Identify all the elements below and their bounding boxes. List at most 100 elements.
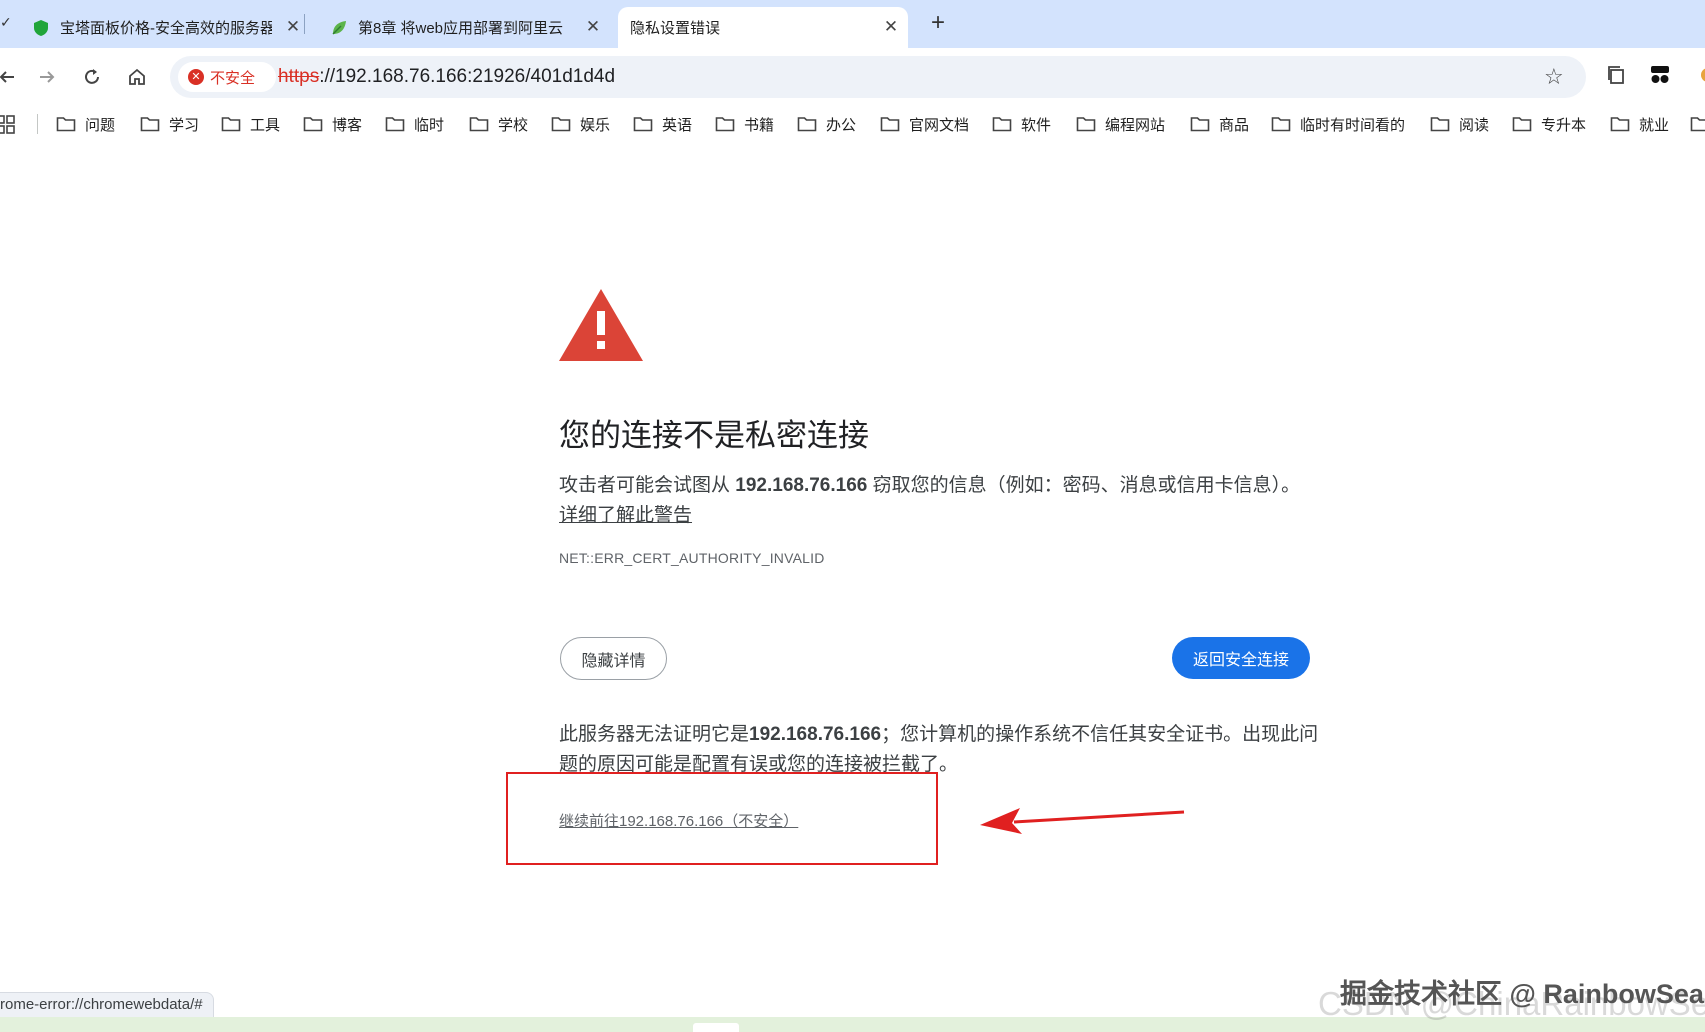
scroll-handle (693, 1023, 739, 1032)
bookmarks-bar: 问题 学习 工具 博客 临时 学校 娱乐 英语 书籍 办公 官网文档 软件 编程网站 商品 临时有时间看的 阅… (0, 106, 1705, 142)
security-chip[interactable]: ✕ 不安全 (178, 62, 276, 92)
arrow-right-icon (40, 71, 55, 83)
address-bar[interactable]: ✕ 不安全 https://192.168.76.166:21926/401d1… (170, 56, 1586, 98)
folder-icon (140, 117, 160, 132)
bookmark-folder[interactable]: 书籍 (715, 113, 774, 135)
forward-button[interactable] (32, 62, 62, 92)
back-button[interactable] (0, 62, 22, 92)
bookmark-label: 阅读 (1459, 116, 1490, 134)
tab-title: 第8章 将web应用部署到阿里云 (358, 20, 564, 37)
close-icon[interactable]: ✕ (582, 16, 604, 38)
home-button[interactable] (122, 62, 152, 92)
folder-icon (715, 117, 735, 132)
page-title: 您的连接不是私密连接 (559, 418, 869, 453)
folder-icon (1190, 117, 1210, 132)
annotation-highlight-box (506, 772, 938, 865)
tab-search-button[interactable] (1601, 60, 1631, 90)
back-to-safety-button[interactable]: 返回安全连接 (1172, 637, 1310, 679)
bookmark-folder[interactable]: 博客 (303, 113, 362, 135)
learn-more-link[interactable]: 详细了解此警告 (559, 500, 692, 527)
bookmark-folder[interactable] (1690, 113, 1705, 135)
bookmark-folder[interactable]: 商品 (1190, 113, 1249, 135)
shield-icon (34, 19, 48, 36)
close-icon[interactable]: ✕ (282, 16, 304, 38)
folder-icon (469, 117, 489, 132)
bookmark-label: 商品 (1219, 116, 1250, 134)
warning-message: 攻击者可能会试图从 192.168.76.166 窃取您的信息（例如：密码、消息… (559, 470, 1300, 497)
bookmark-label: 编程网站 (1105, 116, 1166, 134)
chevron-down-icon[interactable]: ✓ (0, 14, 12, 31)
bookmark-folder[interactable]: 阅读 (1430, 113, 1489, 135)
tab-baota[interactable]: 宝塔面板价格-安全高效的服务器 ✕ (32, 7, 304, 48)
tab-chapter8[interactable]: 第8章 将web应用部署到阿里云 ✕ (330, 7, 602, 48)
error-code: NET::ERR_CERT_AUTHORITY_INVALID (559, 550, 825, 566)
close-icon[interactable]: ✕ (880, 16, 902, 38)
folder-icon (221, 117, 241, 132)
folder-icon (633, 117, 653, 132)
bookmark-folder[interactable]: 办公 (797, 113, 856, 135)
details-prefix: 此服务器无法证明它是 (559, 724, 750, 745)
profile-button[interactable] (1645, 60, 1675, 90)
bookmark-label: 工具 (250, 116, 281, 134)
star-icon[interactable]: ☆ (1544, 64, 1564, 90)
bookmark-folder[interactable]: 英语 (633, 113, 692, 135)
warning-triangle-icon (559, 289, 643, 361)
folder-icon (551, 117, 571, 132)
folder-icon (1076, 117, 1096, 132)
bookmark-folder[interactable]: 编程网站 (1076, 113, 1165, 135)
folder-icon (797, 117, 817, 132)
annotation-arrow-icon (980, 808, 1185, 834)
bookmark-label: 专升本 (1541, 116, 1587, 134)
url-scheme: https (278, 66, 320, 87)
home-icon (129, 68, 145, 85)
arrow-left-icon (0, 71, 14, 83)
bookmark-label: 英语 (662, 116, 693, 134)
watermark: 掘金技术社区 @ RainbowSea (1340, 979, 1704, 1009)
url-text[interactable]: https://192.168.76.166:21926/401d1d4d (278, 66, 615, 88)
reload-icon (85, 69, 99, 84)
bookmark-label: 临时有时间看的 (1300, 116, 1406, 134)
bookmark-folder[interactable]: 临时 (385, 113, 444, 135)
warning-prefix: 攻击者可能会试图从 (559, 475, 736, 496)
folder-icon (880, 117, 900, 132)
bookmarks-divider (37, 114, 38, 134)
new-tab-button[interactable]: + (925, 11, 951, 37)
folder-icon (56, 117, 76, 132)
bookmark-folder[interactable]: 软件 (992, 113, 1051, 135)
tab-divider (304, 14, 305, 34)
tab-title: 隐私设置错误 (630, 20, 721, 37)
bookmark-label: 学习 (169, 116, 200, 134)
tab-privacy-error[interactable]: 隐私设置错误 ✕ (618, 7, 908, 48)
bookmark-label: 书籍 (744, 116, 775, 134)
bookmark-label: 就业 (1639, 116, 1670, 134)
incognito-icon (1651, 66, 1669, 83)
leaf-icon (332, 20, 346, 34)
details-text: 此服务器无法证明它是192.168.76.166；您计算机的操作系统不信任其安全… (559, 720, 1319, 780)
hide-details-button[interactable]: 隐藏详情 (560, 637, 667, 680)
bookmark-folder[interactable]: 学习 (140, 113, 199, 135)
bookmark-folder[interactable]: 官网文档 (880, 113, 969, 135)
not-secure-icon: ✕ (188, 69, 204, 85)
folder-icon (1690, 117, 1705, 132)
toolbar: ✕ 不安全 https://192.168.76.166:21926/401d1… (0, 48, 1705, 106)
bookmark-label: 娱乐 (580, 116, 611, 134)
folder-icon (1610, 117, 1630, 132)
extension-icon (1701, 68, 1705, 82)
bookmark-label: 办公 (826, 116, 857, 134)
bookmark-folder[interactable]: 娱乐 (551, 113, 610, 135)
bookmark-folder[interactable]: 问题 (56, 113, 115, 135)
bookmark-folder[interactable]: 工具 (221, 113, 280, 135)
details-host: 192.168.76.166 (749, 724, 882, 745)
apps-grid-icon[interactable] (0, 115, 16, 135)
reload-button[interactable] (77, 62, 107, 92)
tab-strip: ✓ 宝塔面板价格-安全高效的服务器 ✕ 第8章 将web应用部署到阿里云 ✕ 隐… (0, 0, 1705, 48)
folder-icon (1512, 117, 1532, 132)
bookmark-folder[interactable]: 专升本 (1512, 113, 1586, 135)
bookmark-folder[interactable]: 就业 (1610, 113, 1669, 135)
bookmark-folder[interactable]: 临时有时间看的 (1271, 113, 1405, 135)
bookmark-label: 学校 (498, 116, 529, 134)
folder-icon (992, 117, 1012, 132)
extension-button[interactable] (1690, 60, 1705, 90)
bookmark-folder[interactable]: 学校 (469, 113, 528, 135)
bookmark-label: 博客 (332, 116, 363, 134)
